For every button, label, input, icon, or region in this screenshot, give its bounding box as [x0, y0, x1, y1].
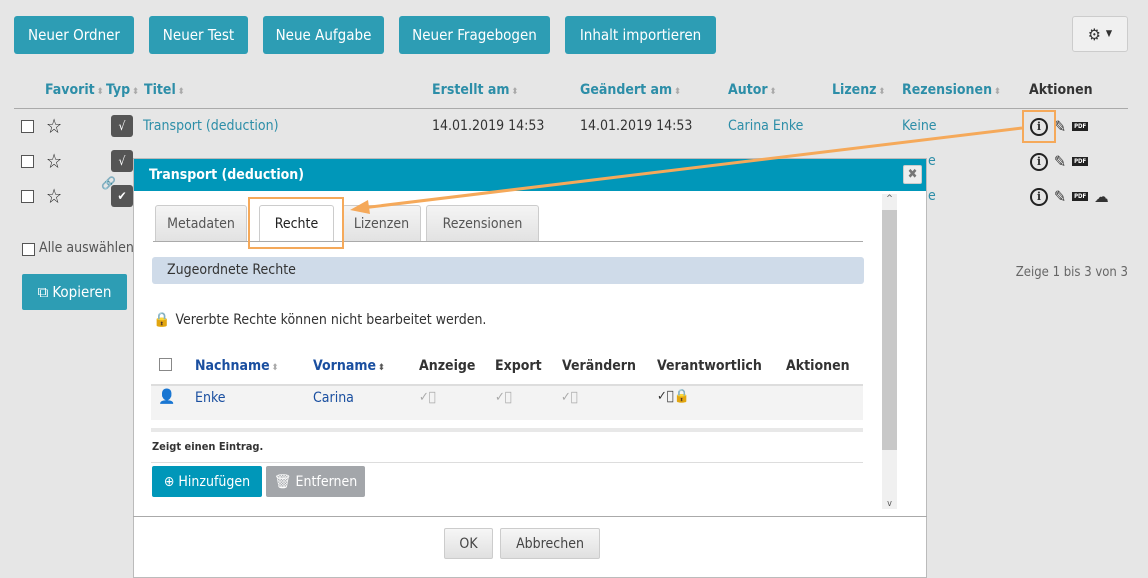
annotation-arrow — [350, 126, 1023, 214]
